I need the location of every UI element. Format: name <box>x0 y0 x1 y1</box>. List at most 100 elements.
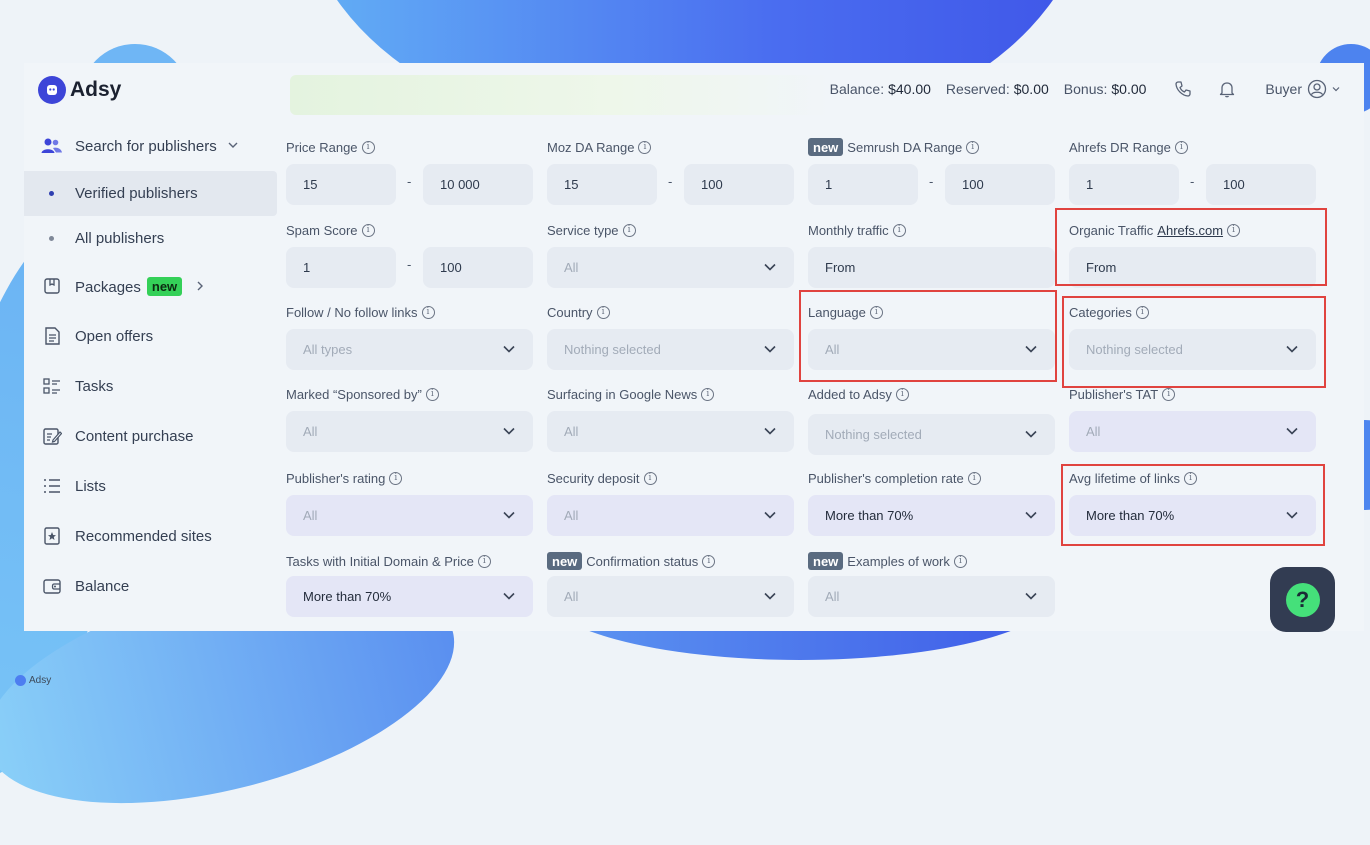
info-icon[interactable]: i <box>1162 387 1176 401</box>
security-deposit-select[interactable]: All <box>547 495 794 536</box>
sidebar-item-label: Content purchase <box>75 427 194 445</box>
moz-from-input[interactable]: 15 <box>547 164 657 205</box>
country-filter: Country i Nothing selected <box>547 302 794 370</box>
info-icon[interactable]: i <box>638 140 652 154</box>
confirmation-status-select[interactable]: All <box>547 576 794 617</box>
chevron-down-icon <box>228 142 238 148</box>
bullet-icon <box>49 236 54 241</box>
field-label: Examples of work <box>847 553 950 569</box>
bell-icon[interactable] <box>1217 79 1237 99</box>
info-icon[interactable]: i <box>967 471 981 485</box>
spam-to-input[interactable]: 100 <box>423 247 533 288</box>
initial-domain-select[interactable]: More than 70% <box>286 576 533 617</box>
spam-from-input[interactable]: 1 <box>286 247 396 288</box>
chevron-down-icon <box>503 511 515 519</box>
added-to-adsy-filter: Added to Adsy i Nothing selected <box>808 384 1055 455</box>
publisher-rating-select[interactable]: All <box>286 495 533 536</box>
sidebar-item-lists[interactable]: Lists <box>24 461 277 511</box>
sidebar-item-balance[interactable]: Balance <box>24 561 277 611</box>
ahrefs-to-input[interactable]: 100 <box>1206 164 1316 205</box>
moz-to-input[interactable]: 100 <box>684 164 794 205</box>
sidebar-item-label: Packages new <box>75 276 206 296</box>
examples-of-work-filter: new Examples of work i All <box>808 551 1055 617</box>
completion-rate-select[interactable]: More than 70% <box>808 495 1055 536</box>
ahrefs-from-input[interactable]: 1 <box>1069 164 1179 205</box>
sidebar-item-open-offers[interactable]: Open offers <box>24 311 277 361</box>
info-icon[interactable]: i <box>477 554 491 568</box>
chevron-down-icon <box>764 345 776 353</box>
info-icon[interactable]: i <box>702 554 716 568</box>
top-header: Adsy Balance: $40.00 Reserved: $0.00 Bon… <box>24 63 1364 118</box>
field-label: Tasks with Initial Domain & Price <box>286 553 474 569</box>
phone-icon[interactable] <box>1173 79 1193 99</box>
sidebar-item-all-publishers[interactable]: All publishers <box>24 216 277 261</box>
info-icon[interactable]: i <box>361 140 375 154</box>
range-separator: - <box>929 174 934 189</box>
follow-links-filter: Follow / No follow links i All types <box>286 302 533 370</box>
field-label: Monthly traffic <box>808 222 889 238</box>
balance-label: Balance: <box>829 81 885 97</box>
info-icon[interactable]: i <box>622 223 636 237</box>
info-icon[interactable]: i <box>1174 140 1188 154</box>
price-from-input[interactable]: 15 <box>286 164 396 205</box>
help-button[interactable]: ? <box>1270 567 1335 632</box>
follow-links-select[interactable]: All types <box>286 329 533 370</box>
sidebar-item-content-purchase[interactable]: Content purchase <box>24 411 277 461</box>
semrush-from-input[interactable]: 1 <box>808 164 918 205</box>
google-news-select[interactable]: All <box>547 411 794 452</box>
chevron-down-icon <box>1025 511 1037 519</box>
info-icon[interactable]: i <box>361 223 375 237</box>
price-range-filter: Price Range i 15 - 10 000 <box>286 137 533 205</box>
sidebar-item-packages[interactable]: Packages new <box>24 261 277 311</box>
info-icon[interactable]: i <box>596 305 610 319</box>
semrush-to-input[interactable]: 100 <box>945 164 1055 205</box>
watermark-text: Adsy <box>29 675 52 686</box>
range-separator: - <box>407 174 412 189</box>
field-label: Added to Adsy <box>808 386 892 402</box>
range-separator: - <box>407 257 412 272</box>
chevron-down-icon <box>503 592 515 600</box>
user-menu[interactable]: Buyer <box>1265 79 1340 99</box>
chevron-down-icon <box>764 511 776 519</box>
sidebar-item-recommended-sites[interactable]: Recommended sites <box>24 511 277 561</box>
sidebar-item-tasks[interactable]: Tasks <box>24 361 277 411</box>
sidebar-item-verified-publishers[interactable]: Verified publishers <box>24 171 277 216</box>
added-to-adsy-select[interactable]: Nothing selected <box>808 414 1055 455</box>
field-label: Marked “Sponsored by” <box>286 386 422 402</box>
reserved-label: Reserved: <box>945 81 1010 97</box>
examples-of-work-select[interactable]: All <box>808 576 1055 617</box>
price-to-input[interactable]: 10 000 <box>423 164 533 205</box>
country-select[interactable]: Nothing selected <box>547 329 794 370</box>
logo[interactable]: Adsy <box>38 76 121 104</box>
logo-text: Adsy <box>70 78 122 101</box>
info-icon[interactable]: i <box>643 471 657 485</box>
sponsored-select[interactable]: All <box>286 411 533 452</box>
service-type-filter: Service type i All <box>547 220 794 288</box>
info-icon[interactable]: i <box>892 223 906 237</box>
publisher-tat-select[interactable]: All <box>1069 411 1316 452</box>
info-icon[interactable]: i <box>421 305 435 319</box>
info-icon[interactable]: i <box>701 387 715 401</box>
service-type-select[interactable]: All <box>547 247 794 288</box>
range-separator: - <box>668 174 673 189</box>
bullet-icon <box>49 191 54 196</box>
publisher-rating-filter: Publisher's rating i All <box>286 468 533 536</box>
monthly-traffic-filter: Monthly traffic i From <box>808 220 1055 288</box>
info-icon[interactable]: i <box>966 140 980 154</box>
sidebar-item-label: Search for publishers <box>75 138 239 155</box>
package-icon <box>40 274 64 298</box>
info-icon[interactable]: i <box>389 471 403 485</box>
monthly-traffic-input[interactable]: From <box>808 247 1055 288</box>
info-icon[interactable]: i <box>953 554 967 568</box>
info-icon[interactable]: i <box>425 387 439 401</box>
field-label: Semrush DA Range <box>847 139 963 155</box>
new-badge: new <box>808 552 844 570</box>
info-icon[interactable]: i <box>895 387 909 401</box>
chevron-down-icon <box>1025 430 1037 438</box>
sidebar-item-label: Balance <box>75 577 130 595</box>
edit-document-icon <box>40 424 64 448</box>
new-badge: new <box>146 276 183 296</box>
sidebar-item-search-publishers[interactable]: Search for publishers <box>24 121 277 171</box>
user-role: Buyer <box>1265 81 1302 97</box>
sidebar-item-label: All publishers <box>75 230 165 247</box>
